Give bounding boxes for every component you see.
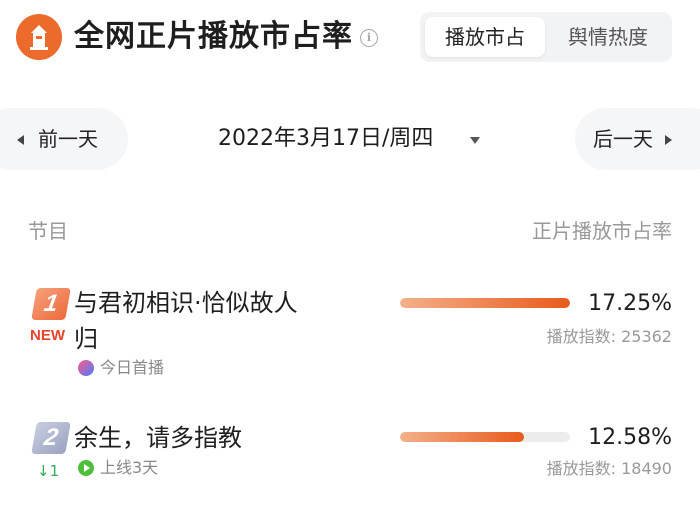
share-bar-fill	[400, 298, 570, 308]
iqiyi-icon	[78, 460, 94, 476]
show-title[interactable]: 余生，请多指教	[74, 420, 242, 456]
tab-bar: 播放市占 舆情热度	[420, 12, 672, 62]
play-index: 播放指数: 25362	[546, 327, 672, 346]
share-percentage: 12.58%	[588, 425, 672, 450]
youku-icon	[78, 360, 94, 376]
page-title: 全网正片播放市占率	[74, 19, 353, 54]
share-bar-track	[400, 432, 570, 442]
caret-left-icon	[17, 135, 24, 145]
new-badge: NEW	[30, 327, 65, 344]
tab-public-opinion[interactable]: 舆情热度	[548, 17, 668, 57]
next-day-button[interactable]: 后一天	[575, 108, 700, 170]
share-bar-track	[400, 298, 570, 308]
info-icon[interactable]: i	[360, 29, 378, 47]
rank-change-down: ↓1	[37, 462, 60, 480]
share-bar-fill	[400, 432, 525, 442]
play-index: 播放指数: 18490	[546, 459, 672, 478]
prev-day-label: 前一天	[38, 127, 98, 151]
caret-down-icon	[470, 137, 480, 144]
show-status: 上线3天	[100, 458, 159, 477]
show-status: 今日首播	[100, 358, 165, 377]
share-percentage: 17.25%	[588, 291, 672, 316]
caret-right-icon	[665, 135, 672, 145]
rank-badge: 1	[31, 288, 71, 320]
tab-play-share[interactable]: 播放市占	[425, 17, 545, 57]
app-logo-icon	[16, 14, 62, 60]
date-selector[interactable]: 2022年3月17日/周四	[218, 118, 433, 160]
column-header-share: 正片播放市占率	[532, 219, 672, 243]
rank-badge: 2	[31, 422, 71, 454]
show-title[interactable]: 与君初相识·恰似故人归	[74, 285, 314, 357]
next-day-label: 后一天	[593, 127, 653, 151]
column-header-program: 节目	[28, 219, 68, 243]
